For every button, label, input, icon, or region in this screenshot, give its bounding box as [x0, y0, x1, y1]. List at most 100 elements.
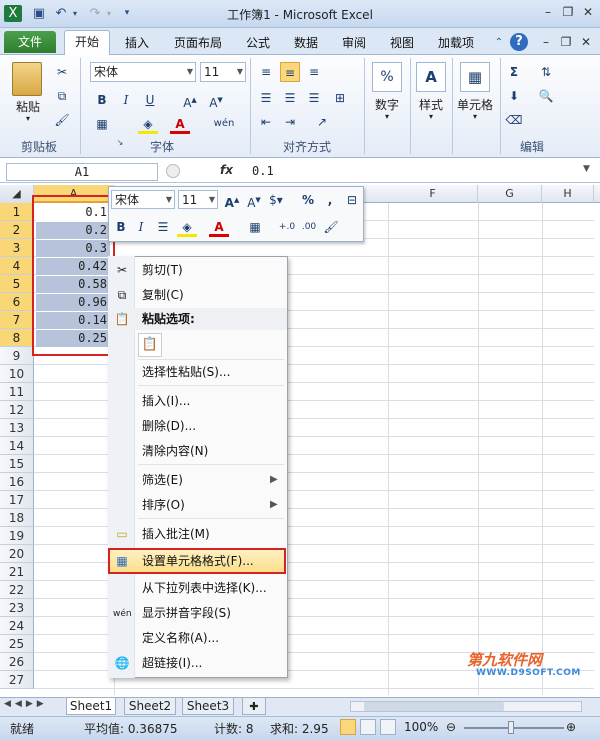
tab-file[interactable]: 文件	[4, 31, 56, 53]
name-box[interactable]: A1	[6, 163, 158, 181]
column-header-f[interactable]: F	[388, 185, 478, 203]
mini-format-painter-icon[interactable]: 🖌	[321, 217, 341, 237]
row-header-2[interactable]: 2	[0, 221, 34, 239]
sheet-nav-arrows-icon[interactable]: ◀◀▶▶	[4, 699, 48, 709]
page-layout-view-icon[interactable]	[360, 719, 376, 735]
clear-icon[interactable]: ⌫	[504, 110, 524, 130]
align-bottom-icon[interactable]: ≡	[304, 62, 324, 82]
mini-decrease-decimal-icon[interactable]: .00	[299, 217, 319, 237]
doc-close-button[interactable]: ✕	[576, 34, 596, 50]
tab-data[interactable]: 数据	[288, 33, 324, 53]
tab-view[interactable]: 视图	[384, 33, 420, 53]
mini-center-icon[interactable]: ☰	[153, 217, 173, 237]
find-select-icon[interactable]: 🔍	[536, 86, 556, 106]
scrollbar-thumb[interactable]	[364, 702, 504, 711]
doc-restore-button[interactable]: ❐	[556, 34, 576, 50]
row-header-13[interactable]: 13	[0, 419, 34, 437]
phonetic-icon[interactable]: wén	[212, 114, 236, 134]
zoom-slider-thumb[interactable]	[508, 721, 514, 734]
tab-formulas[interactable]: 公式	[240, 33, 276, 53]
minimize-button[interactable]: –	[538, 4, 558, 20]
ribbon-collapse-icon[interactable]: ⌃	[490, 34, 508, 51]
mini-grow-font-icon[interactable]: A▲	[222, 190, 242, 210]
number-dropdown-icon[interactable]: ▾	[368, 112, 406, 121]
select-all-corner[interactable]: ◢	[0, 185, 34, 203]
tab-insert[interactable]: 插入	[118, 33, 156, 53]
mini-shrink-font-icon[interactable]: A▼	[244, 190, 264, 210]
cells-dropdown-icon[interactable]: ▾	[456, 112, 494, 121]
row-header-25[interactable]: 25	[0, 635, 34, 653]
row-header-14[interactable]: 14	[0, 437, 34, 455]
align-center-icon[interactable]: ☰	[280, 88, 300, 108]
font-size-combo[interactable]: 11 ▼	[200, 62, 246, 82]
menu-item-hyperlink[interactable]: 超链接(I)...	[142, 653, 202, 673]
menu-item-insert[interactable]: 插入(I)...	[142, 391, 190, 411]
mini-italic-icon[interactable]: I	[131, 217, 151, 237]
normal-view-icon[interactable]	[340, 719, 356, 735]
tab-review[interactable]: 审阅	[336, 33, 372, 53]
expand-formula-icon[interactable]: ▼	[583, 164, 590, 174]
menu-item-copy[interactable]: 复制(C)	[142, 285, 184, 305]
menu-item-define-name[interactable]: 定义名称(A)...	[142, 628, 219, 648]
underline-icon[interactable]: U	[140, 90, 160, 110]
dialog-launcher-icon[interactable]: ↘	[112, 138, 128, 147]
row-header-7[interactable]: 7	[0, 311, 34, 329]
tab-page-layout[interactable]: 页面布局	[168, 33, 228, 53]
column-header-g[interactable]: G	[478, 185, 542, 203]
formula-divider-handle[interactable]	[166, 164, 180, 178]
zoom-out-icon[interactable]: ⊖	[446, 720, 456, 734]
insert-function-icon[interactable]: fx	[220, 163, 236, 177]
mini-font-color-icon[interactable]: A	[209, 217, 229, 237]
zoom-slider[interactable]	[464, 727, 564, 729]
row-header-10[interactable]: 10	[0, 365, 34, 383]
column-header-h[interactable]: H	[542, 185, 594, 203]
row-header-21[interactable]: 21	[0, 563, 34, 581]
row-header-8[interactable]: 8	[0, 329, 34, 347]
mini-increase-decimal-icon[interactable]: +.0	[277, 217, 297, 237]
help-icon[interactable]: ?	[510, 33, 528, 51]
italic-icon[interactable]: I	[116, 90, 136, 110]
tab-addins[interactable]: 加载项	[432, 33, 480, 53]
copy-icon[interactable]: ⧉	[52, 86, 72, 106]
row-header-22[interactable]: 22	[0, 581, 34, 599]
sheet-tab-3[interactable]: Sheet3	[182, 698, 234, 715]
mini-format-icon[interactable]: ⊟	[342, 190, 362, 210]
grow-font-icon[interactable]: A▲	[180, 90, 200, 110]
menu-item-filter[interactable]: 筛选(E)	[142, 470, 183, 490]
row-header-18[interactable]: 18	[0, 509, 34, 527]
row-header-20[interactable]: 20	[0, 545, 34, 563]
mini-accounting-icon[interactable]: $▾	[266, 190, 286, 210]
row-header-5[interactable]: 5	[0, 275, 34, 293]
formula-input[interactable]: 0.1	[252, 164, 274, 178]
mini-borders-icon[interactable]: ▦	[245, 217, 265, 237]
row-header-26[interactable]: 26	[0, 653, 34, 671]
align-right-icon[interactable]: ☰	[304, 88, 324, 108]
styles-icon[interactable]: A	[416, 62, 446, 92]
row-header-15[interactable]: 15	[0, 455, 34, 473]
mini-size-combo[interactable]: 11 ▼	[178, 190, 218, 209]
menu-item-clear[interactable]: 清除内容(N)	[142, 441, 208, 461]
menu-item-pick-from-list[interactable]: 从下拉列表中选择(K)...	[142, 578, 267, 598]
sheet-tab-2[interactable]: Sheet2	[124, 698, 176, 715]
format-painter-icon[interactable]: 🖌	[52, 110, 72, 130]
mini-fill-color-icon[interactable]: ◈	[177, 217, 197, 237]
row-header-1[interactable]: 1	[0, 203, 34, 221]
shrink-font-icon[interactable]: A▼	[206, 90, 226, 110]
row-header-17[interactable]: 17	[0, 491, 34, 509]
styles-button-label[interactable]: 样式	[412, 96, 450, 113]
mini-comma-icon[interactable]: ,	[320, 190, 340, 210]
row-header-3[interactable]: 3	[0, 239, 34, 257]
increase-indent-icon[interactable]: ⇥	[280, 112, 300, 132]
cells-icon[interactable]: ▦	[460, 62, 490, 92]
row-header-11[interactable]: 11	[0, 383, 34, 401]
merge-center-icon[interactable]: ⊞	[330, 88, 350, 108]
insert-sheet-icon[interactable]: ✚	[242, 698, 266, 715]
mini-bold-icon[interactable]: B	[111, 217, 131, 237]
zoom-in-icon[interactable]: ⊕	[566, 720, 576, 734]
font-name-combo[interactable]: 宋体 ▼	[90, 62, 196, 82]
bold-icon[interactable]: B	[92, 90, 112, 110]
zoom-level[interactable]: 100%	[404, 720, 438, 734]
sort-filter-icon[interactable]: ⇅	[536, 62, 556, 82]
menu-item-phonetic[interactable]: 显示拼音字段(S)	[142, 603, 231, 623]
paste-option-icon[interactable]: 📋	[138, 333, 162, 357]
